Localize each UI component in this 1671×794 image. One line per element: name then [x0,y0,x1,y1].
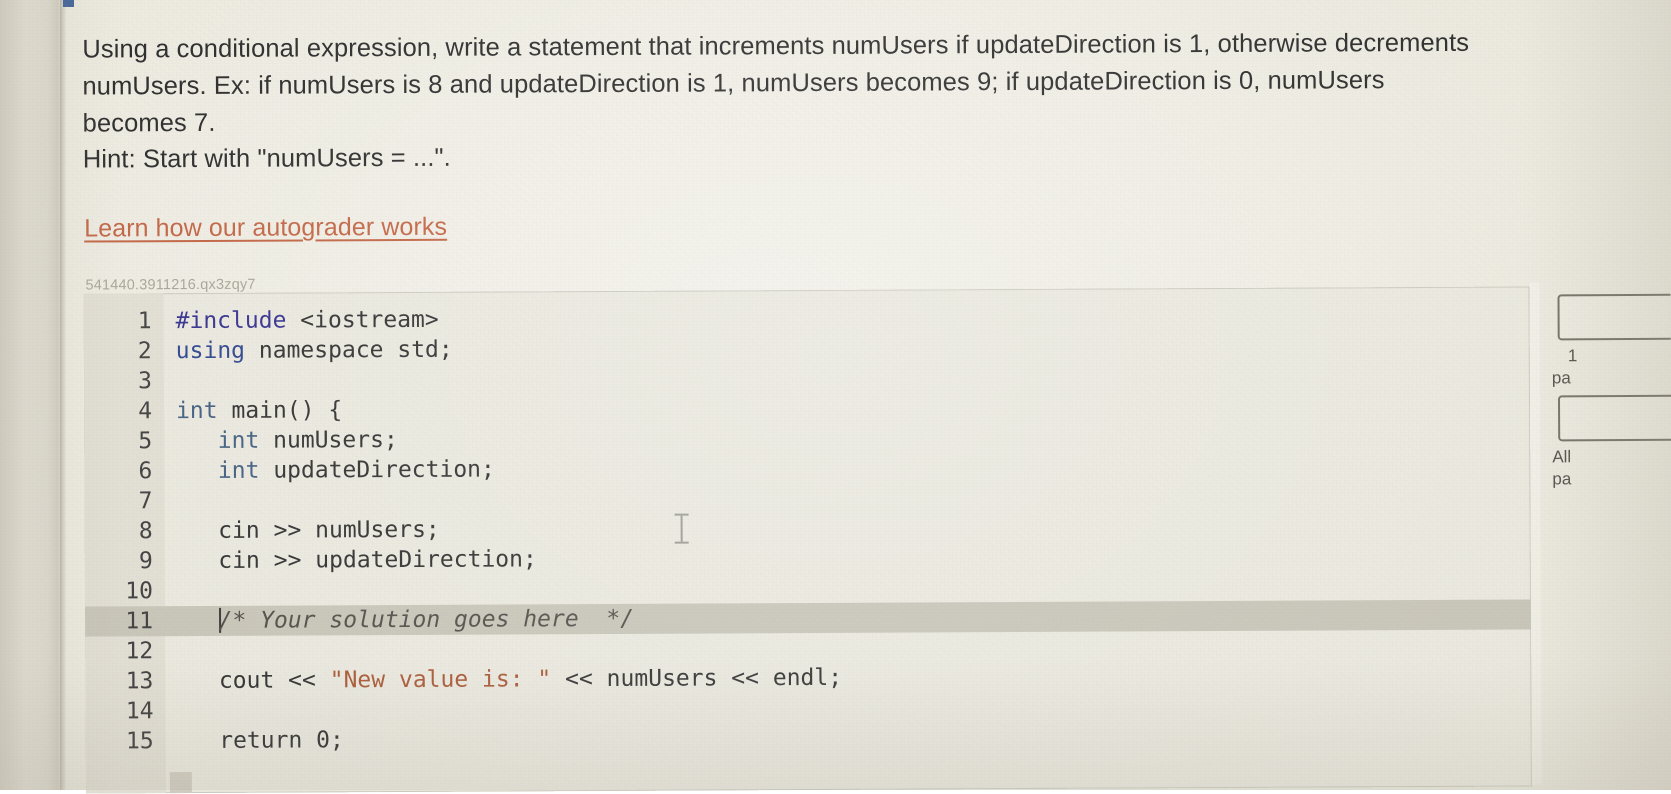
line-number: 9 [138,548,153,575]
line-number: 3 [137,368,152,395]
left-page-gutter [0,0,62,790]
code-line-text[interactable]: cin >> updateDirection; [165,541,1531,574]
code-line-text[interactable]: using namespace std; [164,331,1530,364]
code-token: cout << [177,667,330,695]
line-number: 15 [125,728,154,755]
line-number: 10 [125,578,153,605]
code-token: #include [175,307,287,335]
line-number: 11 [125,608,154,635]
code-token: "New value is: " [329,666,552,694]
code-line-text[interactable]: int main() { [164,391,1530,424]
code-token: int [217,457,260,484]
line-number: 14 [125,698,154,725]
code-token: using [175,337,246,365]
line-number: 5 [138,428,153,455]
code-line-text[interactable] [166,704,1532,711]
exercise-hint: Hint: Start with "numUsers = ...". [82,143,451,174]
run-test-count-label: 1 [1567,346,1578,366]
code-line-text[interactable] [164,374,1530,381]
submit-test-status-label: pa [1552,469,1572,489]
submit-mode-button[interactable] [1557,394,1671,442]
code-token: cin >> numUsers; [176,516,440,545]
page-content: Using a conditional expression, write a … [0,0,1671,794]
code-token: << numUsers << endl; [551,664,843,693]
code-line-text[interactable] [165,584,1531,591]
code-line-text[interactable]: #include <iostream> [164,301,1530,334]
page-edge-shadow [60,0,67,790]
code-token: int [175,397,218,425]
exercise-id-label: 541440.3911216.qx3zqy7 [85,276,256,294]
code-line-text[interactable]: int numUsers; [164,421,1530,454]
code-line[interactable]: 15 return 0; [86,719,1532,756]
code-line-text[interactable]: /* Your solution goes here */ [165,601,1531,634]
browser-chrome-accent [63,0,74,7]
code-token: /* Your solution goes here */ [218,605,635,634]
code-line-text[interactable]: cout << "New value is: " << numUsers << … [165,661,1531,694]
run-test-status-label: pa [1551,368,1571,388]
exercise-prompt: Using a conditional expression, write a … [82,28,1470,138]
code-token: updateDirection; [259,456,495,484]
line-number: 8 [138,518,153,545]
code-token: return 0; [177,727,344,755]
line-number: 6 [138,458,153,485]
test-results-panel[interactable]: 1 pa All pa [1539,282,1671,785]
code-editor[interactable]: 1 #include <iostream> 2 using namespace std… [83,286,1532,794]
autograder-info-link[interactable]: Learn how our autograder works [84,213,447,244]
code-token: cin >> updateDirection; [176,546,537,575]
code-line-text[interactable]: return 0; [166,721,1532,754]
code-line-text[interactable] [165,644,1531,651]
code-line-text[interactable] [164,494,1530,501]
code-line-text[interactable]: cin >> numUsers; [165,511,1531,544]
code-lines-container[interactable]: 1 #include <iostream> 2 using namespace std… [83,286,1532,754]
line-number: 13 [125,668,154,695]
editable-region-marker [169,772,194,794]
code-line-text[interactable]: int updateDirection; [164,451,1530,484]
code-token: numUsers; [259,427,398,454]
line-number: 4 [138,398,153,425]
line-number: 12 [125,638,154,665]
line-number: 1 [137,308,152,335]
line-number: 2 [137,338,152,365]
code-token: main() { [217,397,343,424]
code-token: <iostream> [286,306,439,334]
code-token: int [217,427,260,454]
run-program-button[interactable] [1557,293,1671,341]
line-number: 7 [138,488,153,515]
submit-test-count-label: All [1552,447,1572,467]
code-token: namespace std; [244,336,453,364]
